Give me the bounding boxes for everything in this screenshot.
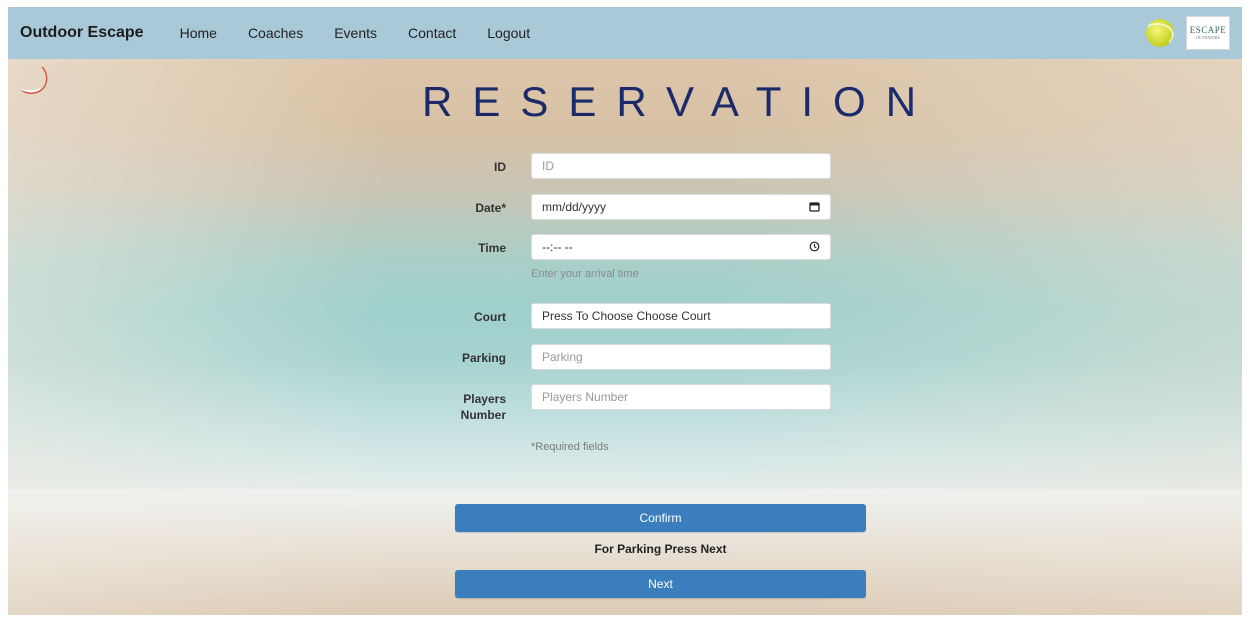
parking-input[interactable]: Parking <box>531 344 831 370</box>
confirm-button[interactable]: Confirm <box>455 504 866 532</box>
clock-icon[interactable] <box>809 241 820 252</box>
form-row-time: Time --:-- -- Enter your arrival time <box>448 234 838 284</box>
players-placeholder: Players Number <box>542 390 629 404</box>
court-select[interactable]: Press To Choose Choose Court <box>531 303 831 329</box>
parking-label: Parking <box>461 351 506 365</box>
id-input[interactable]: ID <box>531 153 831 179</box>
court-label: Court <box>474 310 506 324</box>
page-background: Outdoor Escape Home Coaches Events Conta… <box>8 7 1242 615</box>
parking-placeholder: Parking <box>542 350 583 364</box>
next-button[interactable]: Next <box>455 570 866 598</box>
players-label-line2: Number <box>460 408 506 422</box>
players-number-input[interactable]: Players Number <box>531 384 831 410</box>
players-label-line1: Players <box>463 392 506 406</box>
logo-text-main: ESCAPE <box>1189 25 1227 35</box>
court-value: Press To Choose Choose Court <box>542 309 711 323</box>
parking-note: For Parking Press Next <box>594 542 727 556</box>
calendar-icon[interactable] <box>809 201 820 212</box>
nav-home[interactable]: Home <box>180 25 217 41</box>
swirl-icon <box>20 66 48 94</box>
time-placeholder: --:-- -- <box>542 240 573 254</box>
form-row-date: Date* mm/dd/yyyy <box>448 194 838 222</box>
date-label: Date* <box>475 201 506 215</box>
navbar-right: ESCAPE OUTDATORS <box>1146 16 1230 50</box>
required-fields-note: *Required fields <box>531 441 609 453</box>
top-navbar: Outdoor Escape Home Coaches Events Conta… <box>8 7 1242 59</box>
nav-events[interactable]: Events <box>334 25 377 41</box>
nav-coaches[interactable]: Coaches <box>248 25 303 41</box>
form-row-court: Court Press To Choose Choose Court <box>448 303 838 331</box>
time-label: Time <box>478 241 506 255</box>
logo-text-sub: OUTDATORS <box>1196 35 1220 40</box>
time-helper-text: Enter your arrival time <box>531 268 639 280</box>
id-label: ID <box>494 160 506 174</box>
form-row-id: ID ID <box>448 153 838 181</box>
nav-logout[interactable]: Logout <box>487 25 530 41</box>
date-placeholder: mm/dd/yyyy <box>542 200 607 214</box>
date-input[interactable]: mm/dd/yyyy <box>531 194 831 220</box>
tennis-ball-icon <box>1146 19 1174 47</box>
players-label: Players Number <box>448 391 506 423</box>
form-row-parking: Parking Parking <box>448 344 838 372</box>
escape-logo[interactable]: ESCAPE OUTDATORS <box>1186 16 1230 50</box>
id-placeholder: ID <box>542 159 554 173</box>
form-row-players: Players Number Players Number <box>448 384 838 424</box>
page-title: RESERVATION <box>422 78 937 125</box>
brand-name[interactable]: Outdoor Escape <box>20 24 144 42</box>
time-input[interactable]: --:-- -- <box>531 234 831 260</box>
nav-contact[interactable]: Contact <box>408 25 456 41</box>
